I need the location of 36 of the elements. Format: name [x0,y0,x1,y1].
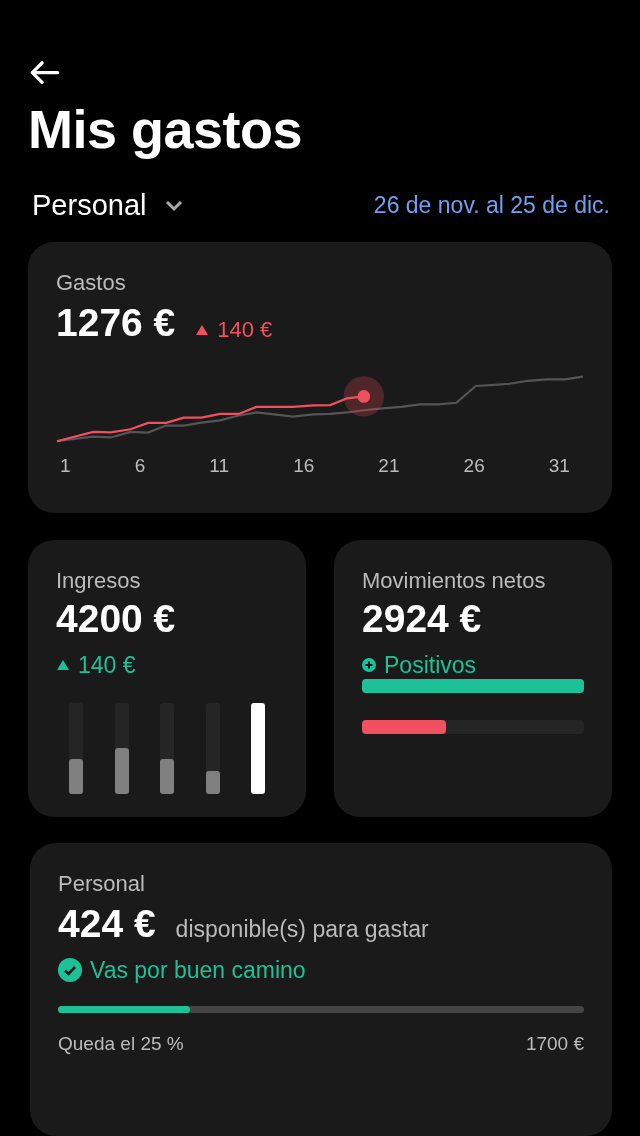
card-label: Ingresos [56,567,142,594]
total-text: 1700 € [525,1032,584,1055]
axis-label: 21 [378,455,400,478]
axis-label: 6 [134,455,146,478]
triangle-up-icon [56,659,70,672]
status-text: Vas por buen camino [90,956,306,984]
budget-card[interactable]: Personal 424 € disponible(s) para gastar Vas por buen camino Queda el 25 % 1700 € [30,842,612,1136]
page-title: Mis gastos [28,98,304,162]
card-label: Gastos [56,270,127,297]
amount-text: 4200 € [56,595,177,642]
axis-label: 31 [548,455,570,478]
amount-text: 424 € [58,900,156,947]
axis-label: 26 [463,455,485,478]
current-point-marker [343,376,384,417]
change-text: 140 € [217,317,273,344]
change-text: 140 € [78,651,136,679]
amount-text: 2924 € [362,595,483,642]
remaining-text: Queda el 25 % [58,1032,184,1055]
date-range-link[interactable]: 26 de nov. al 25 de dic. [373,192,610,220]
axis-label: 16 [293,455,315,478]
status-text: Positivos [384,651,477,679]
card-label: Personal [58,870,146,897]
axis-label: 1 [60,455,71,478]
card-label: Movimientos netos [362,567,547,594]
expenses-card[interactable]: Gastos 1276 € 140 € 1 6 11 16 21 26 31 [28,242,612,513]
income-card[interactable]: Ingresos 4200 € 140 € [28,539,306,817]
check-circle-icon [58,958,82,983]
plus-circle-icon [362,658,376,673]
account-dropdown[interactable]: Personal [30,189,185,223]
axis-label: 11 [209,455,230,478]
caption-text: disponible(s) para gastar [175,915,429,943]
amount-text: 1276 € [56,300,176,347]
chevron-down-icon [164,199,185,212]
back-arrow-icon[interactable] [28,60,60,86]
net-card[interactable]: Movimientos netos 2924 € Positivos [334,539,612,817]
triangle-up-icon [195,324,210,337]
